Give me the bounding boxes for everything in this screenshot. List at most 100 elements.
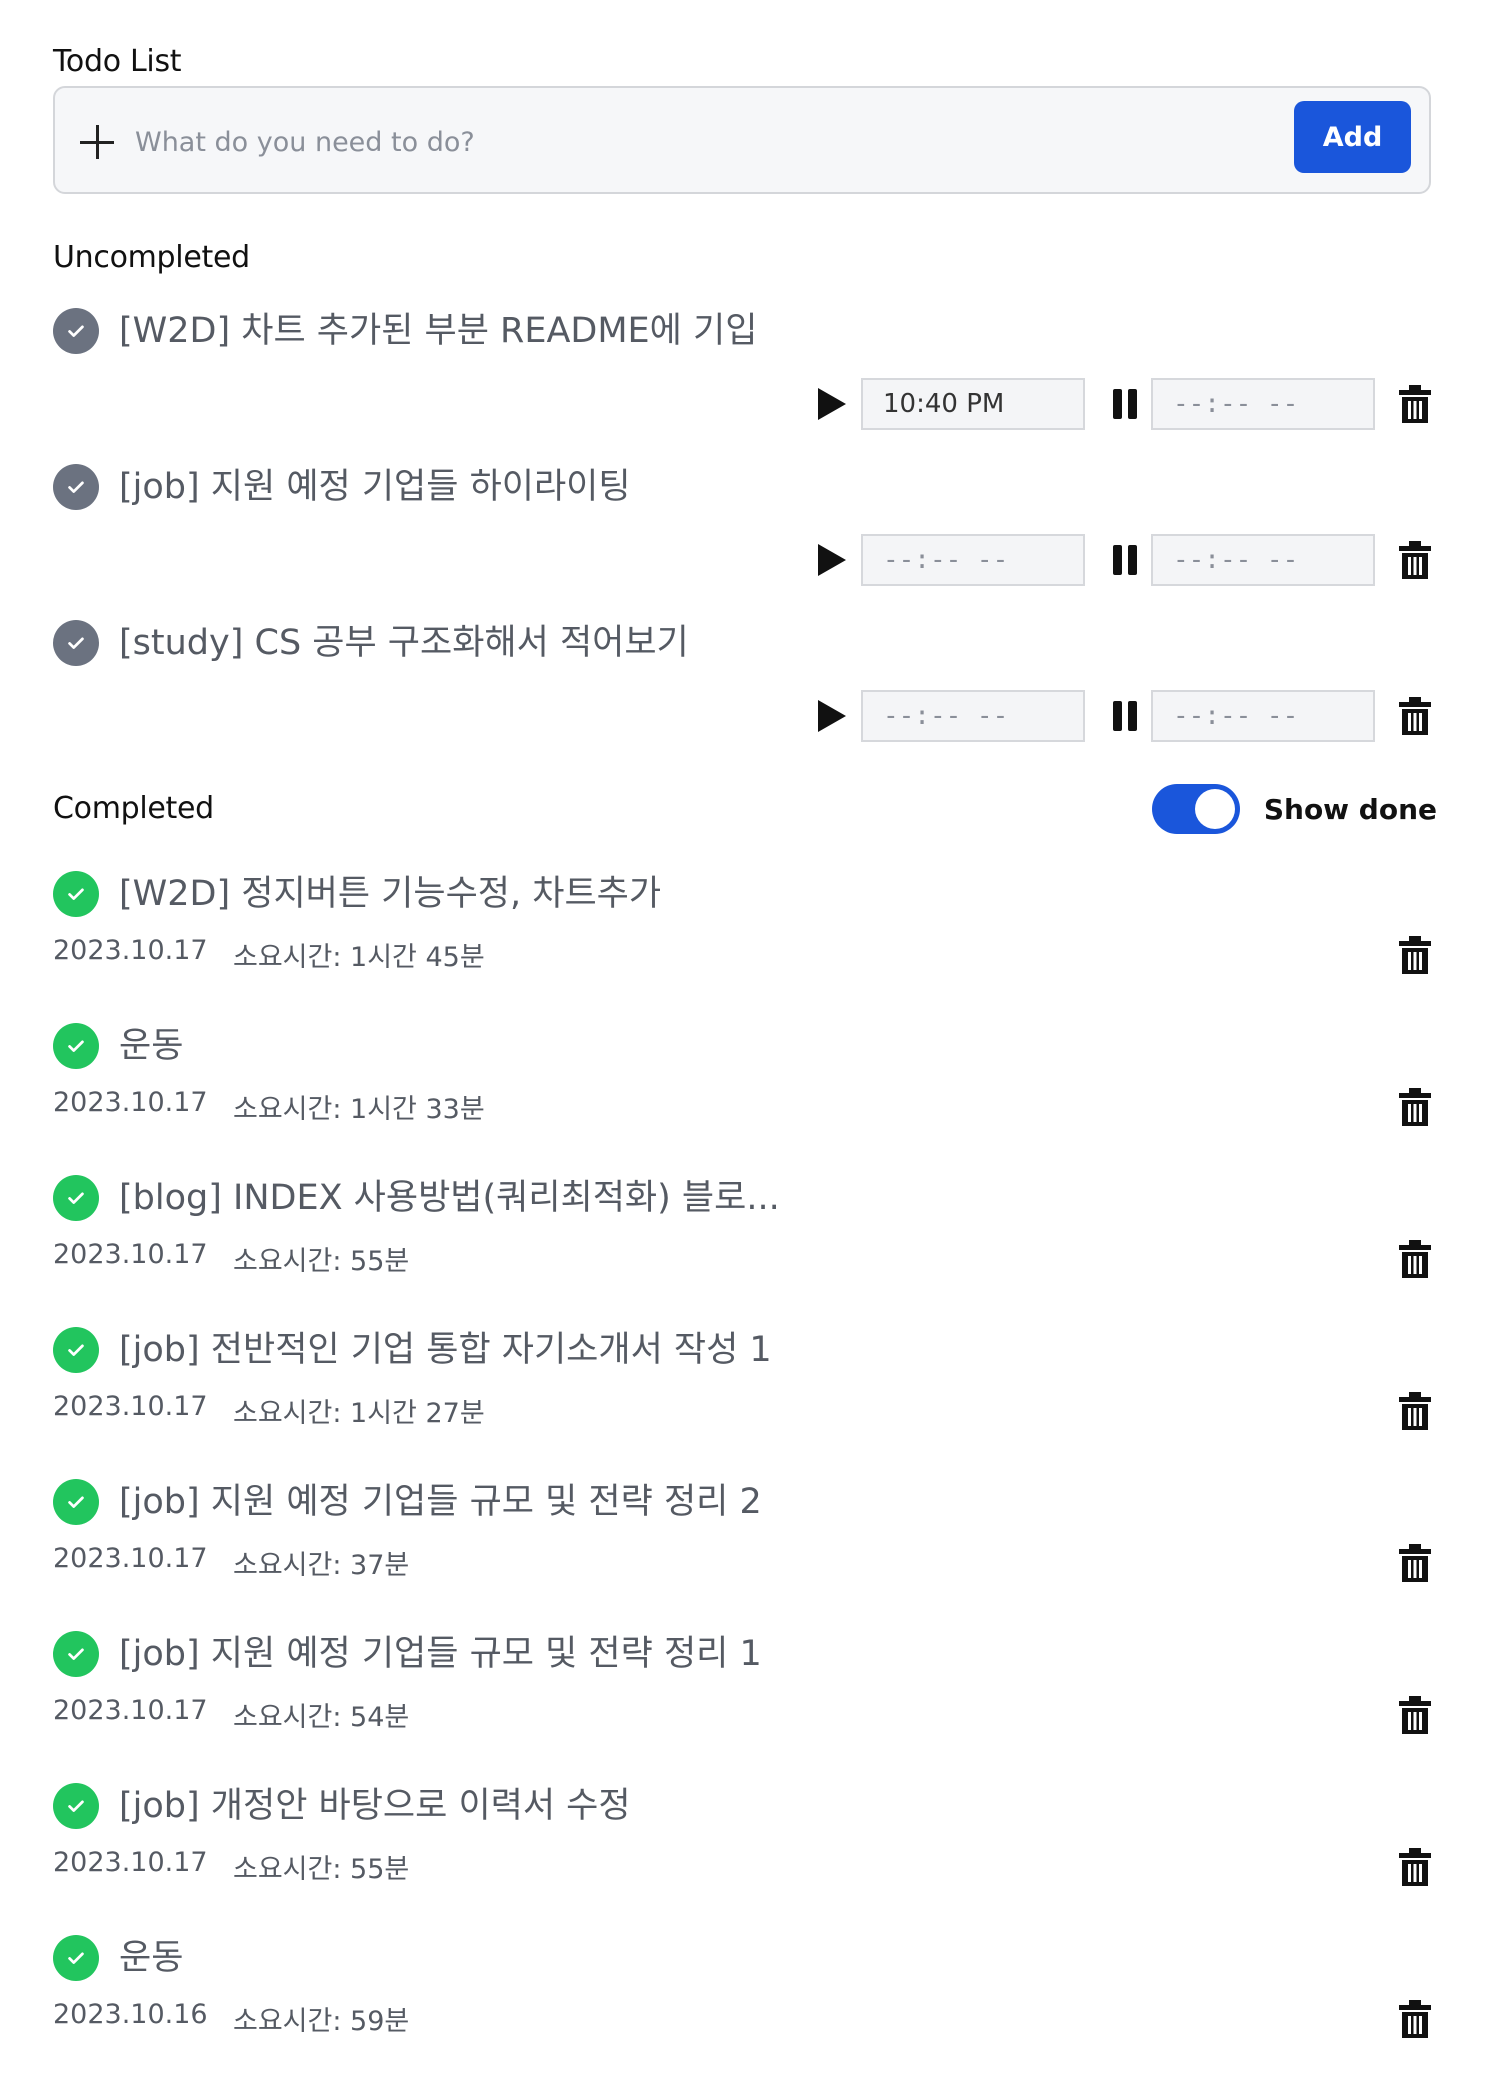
- completed-item: [job] 전반적인 기업 통합 자기소개서 작성 1 2023.10.17 소요…: [53, 1327, 1431, 1447]
- pause-time-field[interactable]: --:-- --: [1151, 378, 1375, 430]
- start-time-field[interactable]: 10:40 PM: [861, 378, 1085, 430]
- completed-item: 운동 2023.10.16 소요시간: 59분: [53, 1935, 1431, 2055]
- todo-meta: 2023.10.17 소요시간: 55분: [53, 1847, 409, 1886]
- pause-icon[interactable]: [1111, 699, 1139, 733]
- trash-icon[interactable]: [1399, 384, 1431, 424]
- show-done-label: Show done: [1263, 792, 1437, 826]
- todo-text: [blog] INDEX 사용방법(쿼리최적화) 블로...: [119, 1178, 780, 1218]
- pause-icon[interactable]: [1111, 387, 1139, 421]
- todo-meta: 2023.10.17 소요시간: 54분: [53, 1695, 409, 1734]
- todo-text: [W2D] 차트 추가된 부분 README에 기입: [119, 311, 758, 351]
- play-icon[interactable]: [817, 543, 847, 577]
- page-title: Todo List: [53, 44, 182, 79]
- complete-check-button[interactable]: [53, 620, 99, 666]
- toggle-knob: [1194, 789, 1235, 829]
- completed-item: [job] 개정안 바탕으로 이력서 수정 2023.10.17 소요시간: 55…: [53, 1783, 1431, 1903]
- todo-date: 2023.10.16: [53, 1999, 208, 2030]
- trash-icon[interactable]: [1399, 1695, 1431, 1735]
- trash-icon[interactable]: [1399, 1847, 1431, 1887]
- completed-item: [job] 지원 예정 기업들 규모 및 전략 정리 2 2023.10.17 소…: [53, 1479, 1431, 1599]
- todo-meta: 2023.10.17 소요시간: 1시간 33분: [53, 1087, 485, 1126]
- completed-item: [W2D] 정지버튼 기능수정, 차트추가 2023.10.17 소요시간: 1시…: [53, 871, 1431, 991]
- todo-meta: 2023.10.16 소요시간: 59분: [53, 1999, 409, 2038]
- check-icon: [68, 1192, 84, 1204]
- todo-text: [job] 전반적인 기업 통합 자기소개서 작성 1: [119, 1330, 772, 1370]
- todo-date: 2023.10.17: [53, 935, 208, 966]
- trash-icon[interactable]: [1399, 935, 1431, 975]
- pause-time-field[interactable]: --:-- --: [1151, 690, 1375, 742]
- uncompleted-item: [job] 지원 예정 기업들 하이라이팅 --:-- -- --:-- --: [53, 464, 1431, 620]
- check-icon: [68, 1648, 84, 1660]
- trash-icon[interactable]: [1399, 696, 1431, 736]
- todo-input[interactable]: [135, 114, 1235, 170]
- todo-duration: 소요시간: 1시간 27분: [233, 1398, 485, 1429]
- todo-date: 2023.10.17: [53, 1695, 208, 1726]
- trash-icon[interactable]: [1399, 1543, 1431, 1583]
- todo-duration: 소요시간: 59분: [233, 2006, 410, 2037]
- check-icon: [68, 481, 84, 493]
- todo-duration: 소요시간: 1시간 33분: [233, 1094, 485, 1125]
- todo-text: [study] CS 공부 구조화해서 적어보기: [119, 623, 689, 663]
- show-done-toggle-group: Show done: [1151, 784, 1437, 834]
- check-icon: [68, 637, 84, 649]
- check-icon: [68, 325, 84, 337]
- completed-item: [job] 지원 예정 기업들 규모 및 전략 정리 1 2023.10.17 소…: [53, 1631, 1431, 1751]
- check-icon: [68, 1040, 84, 1052]
- todo-meta: 2023.10.17 소요시간: 55분: [53, 1239, 409, 1278]
- timer-controls: --:-- -- --:-- --: [817, 690, 1431, 742]
- trash-icon[interactable]: [1399, 1391, 1431, 1431]
- trash-icon[interactable]: [1399, 1087, 1431, 1127]
- pause-time-field[interactable]: --:-- --: [1151, 534, 1375, 586]
- play-icon[interactable]: [817, 387, 847, 421]
- trash-icon[interactable]: [1399, 1239, 1431, 1279]
- completed-check-button[interactable]: [53, 1935, 99, 1981]
- todo-text: [job] 지원 예정 기업들 하이라이팅: [119, 467, 631, 507]
- check-icon: [68, 1952, 84, 1964]
- completed-item: 운동 2023.10.17 소요시간: 1시간 33분: [53, 1023, 1431, 1143]
- todo-text: [job] 개정안 바탕으로 이력서 수정: [119, 1786, 631, 1826]
- play-icon[interactable]: [817, 699, 847, 733]
- todo-date: 2023.10.17: [53, 1391, 208, 1422]
- completed-check-button[interactable]: [53, 1327, 99, 1373]
- todo-meta: 2023.10.17 소요시간: 1시간 27분: [53, 1391, 485, 1430]
- add-todo-bar: Add: [53, 86, 1431, 194]
- todo-meta: 2023.10.17 소요시간: 37분: [53, 1543, 409, 1582]
- check-icon: [68, 1496, 84, 1508]
- uncompleted-item: [W2D] 차트 추가된 부분 README에 기입 10:40 PM --:-…: [53, 308, 1431, 464]
- pause-icon[interactable]: [1111, 543, 1139, 577]
- todo-duration: 소요시간: 54분: [233, 1702, 410, 1733]
- todo-date: 2023.10.17: [53, 1543, 208, 1574]
- show-done-toggle[interactable]: [1151, 784, 1240, 834]
- todo-date: 2023.10.17: [53, 1087, 208, 1118]
- check-icon: [68, 1344, 84, 1356]
- start-time-field[interactable]: --:-- --: [861, 534, 1085, 586]
- todo-duration: 소요시간: 55분: [233, 1854, 410, 1885]
- trash-icon[interactable]: [1399, 1999, 1431, 2039]
- completed-item: [blog] INDEX 사용방법(쿼리최적화) 블로... 2023.10.1…: [53, 1175, 1431, 1295]
- todo-text: [W2D] 정지버튼 기능수정, 차트추가: [119, 874, 662, 914]
- uncompleted-title: Uncompleted: [53, 240, 250, 275]
- todo-text: 운동: [119, 1026, 184, 1066]
- add-button[interactable]: Add: [1294, 101, 1411, 173]
- completed-check-button[interactable]: [53, 1023, 99, 1069]
- complete-check-button[interactable]: [53, 308, 99, 354]
- todo-duration: 소요시간: 55분: [233, 1246, 410, 1277]
- completed-check-button[interactable]: [53, 1631, 99, 1677]
- todo-app: Todo List Add Uncompleted [W2D] 차트 추가된 부…: [0, 0, 1490, 2076]
- todo-text: [job] 지원 예정 기업들 규모 및 전략 정리 1: [119, 1634, 762, 1674]
- start-time-field[interactable]: --:-- --: [861, 690, 1085, 742]
- todo-date: 2023.10.17: [53, 1239, 208, 1270]
- completed-check-button[interactable]: [53, 1479, 99, 1525]
- uncompleted-item: [study] CS 공부 구조화해서 적어보기 --:-- -- --:-- …: [53, 620, 1431, 776]
- todo-meta: 2023.10.17 소요시간: 1시간 45분: [53, 935, 485, 974]
- check-icon: [68, 1800, 84, 1812]
- trash-icon[interactable]: [1399, 540, 1431, 580]
- completed-check-button[interactable]: [53, 871, 99, 917]
- completed-check-button[interactable]: [53, 1783, 99, 1829]
- completed-check-button[interactable]: [53, 1175, 99, 1221]
- todo-text: 운동: [119, 1938, 184, 1978]
- completed-title: Completed: [53, 791, 214, 826]
- timer-controls: 10:40 PM --:-- --: [817, 378, 1431, 430]
- todo-duration: 소요시간: 1시간 45분: [233, 942, 485, 973]
- complete-check-button[interactable]: [53, 464, 99, 510]
